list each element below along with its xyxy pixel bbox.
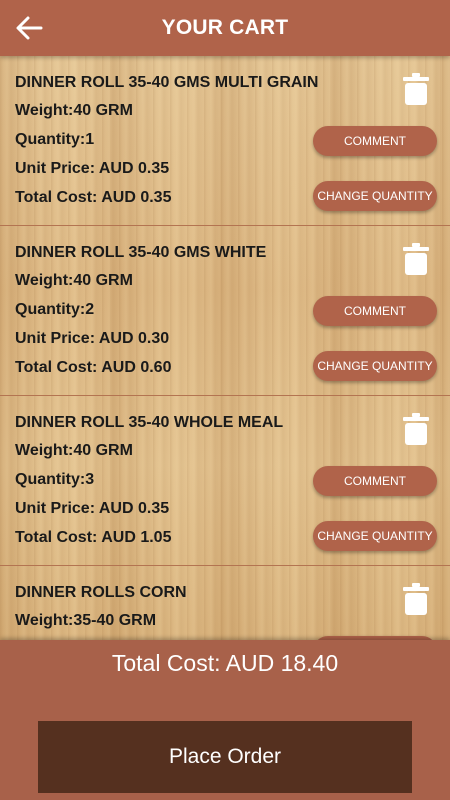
cart-item: DINNER ROLL 35-40 GMS WHITE Weight:40 GR… <box>0 226 450 396</box>
trash-icon[interactable] <box>402 582 430 616</box>
item-weight: Weight:40 GRM <box>15 272 133 289</box>
arrow-left-icon <box>16 16 43 40</box>
trash-icon[interactable] <box>402 412 430 446</box>
item-quantity: Quantity:1 <box>15 131 95 148</box>
back-button[interactable] <box>12 12 46 44</box>
item-unit-price: Unit Price: AUD 0.30 <box>15 330 170 347</box>
item-name: DINNER ROLL 35-40 WHOLE MEAL <box>15 414 284 431</box>
item-weight: Weight:40 GRM <box>15 102 133 119</box>
cart-item: DINNER ROLLS CORN Weight:35-40 GRM COMME… <box>0 566 450 640</box>
item-name: DINNER ROLL 35-40 GMS MULTI GRAIN <box>15 74 319 91</box>
trash-icon[interactable] <box>402 72 430 106</box>
cart-item: DINNER ROLL 35-40 GMS MULTI GRAIN Weight… <box>0 56 450 226</box>
item-name: DINNER ROLLS CORN <box>15 584 187 601</box>
cart-footer: Total Cost: AUD 18.40 Place Order <box>0 640 450 800</box>
cart-list[interactable]: DINNER ROLL 35-40 GMS MULTI GRAIN Weight… <box>0 56 450 640</box>
change-quantity-button[interactable]: CHANGE QUANTITY <box>313 181 437 211</box>
item-total-cost: Total Cost: AUD 1.05 <box>15 529 172 546</box>
item-quantity: Quantity:3 <box>15 471 95 488</box>
place-order-button[interactable]: Place Order <box>38 721 412 793</box>
item-total-cost: Total Cost: AUD 0.35 <box>15 189 172 206</box>
change-quantity-button[interactable]: CHANGE QUANTITY <box>313 351 437 381</box>
item-name: DINNER ROLL 35-40 GMS WHITE <box>15 244 267 261</box>
item-weight: Weight:35-40 GRM <box>15 612 157 629</box>
cart-item: DINNER ROLL 35-40 WHOLE MEAL Weight:40 G… <box>0 396 450 566</box>
comment-button[interactable]: COMMENT <box>313 466 437 496</box>
item-total-cost: Total Cost: AUD 0.60 <box>15 359 172 376</box>
item-weight: Weight:40 GRM <box>15 442 133 459</box>
comment-button[interactable]: COMMENT <box>313 126 437 156</box>
trash-icon[interactable] <box>402 242 430 276</box>
change-quantity-button[interactable]: CHANGE QUANTITY <box>313 521 437 551</box>
page-title: YOUR CART <box>161 16 289 39</box>
grand-total: Total Cost: AUD 18.40 <box>111 650 339 676</box>
item-quantity: Quantity:2 <box>15 301 95 318</box>
app-bar: YOUR CART <box>0 0 450 56</box>
item-unit-price: Unit Price: AUD 0.35 <box>15 160 170 177</box>
comment-button[interactable]: COMMENT <box>313 296 437 326</box>
item-unit-price: Unit Price: AUD 0.35 <box>15 500 170 517</box>
